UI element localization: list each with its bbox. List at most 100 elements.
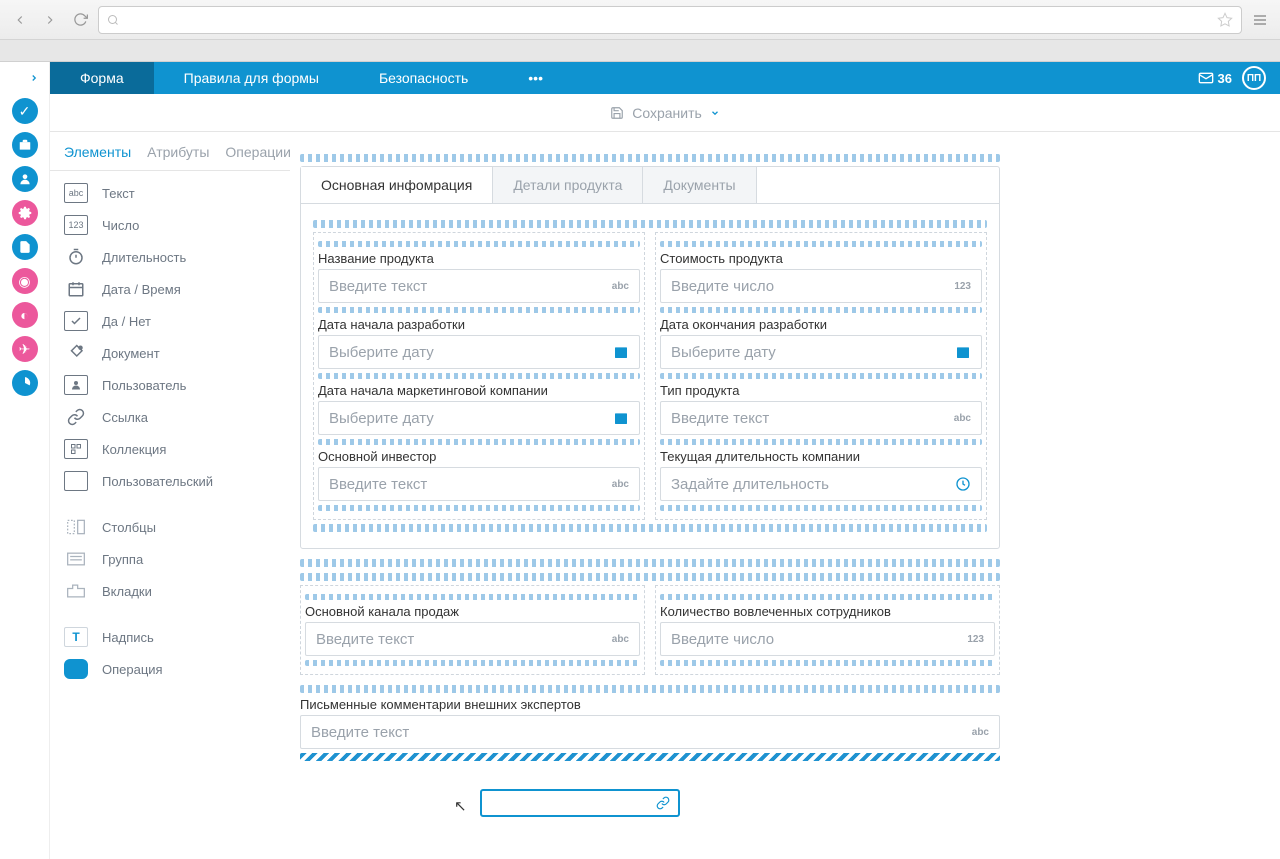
dropzone[interactable] bbox=[660, 660, 995, 666]
top-nav: Форма Правила для формы Безопасность •••… bbox=[50, 62, 1280, 94]
element-T[interactable]: TНадпись bbox=[50, 621, 290, 653]
dropzone[interactable] bbox=[660, 373, 982, 379]
rail-item-gauge-icon[interactable]: ◐ bbox=[12, 302, 38, 328]
form-field[interactable]: Тип продукта Введите текстabc bbox=[660, 383, 982, 435]
field-input[interactable]: Выберите дату bbox=[318, 335, 640, 369]
hamburger-icon[interactable] bbox=[1248, 8, 1272, 32]
form-field[interactable]: Дата окончания разработкиВыберите дату bbox=[660, 317, 982, 369]
rail-item-check-icon[interactable]: ✓ bbox=[12, 98, 38, 124]
element-123[interactable]: 123Число bbox=[50, 209, 290, 241]
panel-tab-attributes[interactable]: Атрибуты bbox=[147, 144, 209, 160]
element-label: Надпись bbox=[102, 630, 154, 645]
avatar[interactable]: ПП bbox=[1242, 66, 1266, 90]
nav-back[interactable] bbox=[8, 8, 32, 32]
dropzone[interactable] bbox=[318, 439, 640, 445]
field-input[interactable]: Выберите дату bbox=[660, 335, 982, 369]
tab-form[interactable]: Форма bbox=[50, 62, 154, 94]
nav-reload[interactable] bbox=[68, 8, 92, 32]
form-field[interactable]: Дата начала разработки Выберите дату bbox=[318, 317, 640, 369]
dropzone[interactable] bbox=[313, 524, 987, 532]
field-input[interactable]: Задайте длительность bbox=[660, 467, 982, 501]
element-usr[interactable]: Пользователь bbox=[50, 369, 290, 401]
element-doc[interactable]: Документ bbox=[50, 337, 290, 369]
field-input[interactable]: Введите текстabc bbox=[660, 401, 982, 435]
field-label: Тип продукта bbox=[660, 383, 982, 398]
dropzone[interactable] bbox=[660, 307, 982, 313]
panel-tab-elements[interactable]: Элементы bbox=[64, 144, 131, 160]
element-col[interactable]: Коллекция bbox=[50, 433, 290, 465]
dropzone[interactable] bbox=[318, 241, 640, 247]
rail-item-gear-icon[interactable] bbox=[12, 200, 38, 226]
dropzone[interactable] bbox=[300, 573, 1000, 581]
mail-badge[interactable]: 36 bbox=[1198, 70, 1232, 86]
element-cal[interactable]: Дата / Время bbox=[50, 273, 290, 305]
url-bar[interactable] bbox=[98, 6, 1242, 34]
field-comments[interactable]: Письменные комментарии внешних экспертов… bbox=[300, 697, 1000, 749]
panel-tab-operations[interactable]: Операции bbox=[225, 144, 291, 160]
dropzone[interactable] bbox=[318, 505, 640, 511]
field-input[interactable]: Введите текст abc bbox=[305, 622, 640, 656]
dropzone[interactable] bbox=[313, 220, 987, 228]
field-input[interactable]: Введите число 123 bbox=[660, 622, 995, 656]
form-field[interactable]: Основной инвесторВведите текстabc bbox=[318, 449, 640, 501]
form-field[interactable]: Название продуктаВведите текстabc bbox=[318, 251, 640, 303]
dropzone[interactable] bbox=[660, 439, 982, 445]
rail-item-airplane-icon[interactable]: ✈ bbox=[12, 336, 38, 362]
column-right[interactable]: Количество вовлеченных сотрудников Введи… bbox=[655, 585, 1000, 675]
dropzone[interactable] bbox=[300, 685, 1000, 693]
bookmark-icon[interactable] bbox=[1217, 12, 1233, 28]
form-field[interactable]: Текущая длительность компанииЗадайте дли… bbox=[660, 449, 982, 501]
dragged-link-element[interactable]: ↖ bbox=[480, 789, 680, 817]
column-left[interactable]: Название продуктаВведите текстabc Дата на… bbox=[313, 232, 645, 520]
field-input[interactable]: Введите текст abc bbox=[300, 715, 1000, 749]
element-chk[interactable]: Да / Нет bbox=[50, 305, 290, 337]
dropzone[interactable] bbox=[318, 307, 640, 313]
column-right[interactable]: Стоимость продуктаВведите число123 Дата о… bbox=[655, 232, 987, 520]
rail-item-doc-icon[interactable] bbox=[12, 234, 38, 260]
form-field[interactable]: Дата начала маркетинговой компанииВыбери… bbox=[318, 383, 640, 435]
rail-item-radar-icon[interactable]: ◉ bbox=[12, 268, 38, 294]
element-cst[interactable]: Пользовательский bbox=[50, 465, 290, 497]
form-tab-details[interactable]: Детали продукта bbox=[493, 167, 643, 203]
tab-rules[interactable]: Правила для формы bbox=[154, 62, 349, 94]
field-input[interactable]: Введите число123 bbox=[660, 269, 982, 303]
save-button[interactable]: Сохранить bbox=[632, 105, 702, 121]
element-dur[interactable]: Длительность bbox=[50, 241, 290, 273]
dropzone-active[interactable] bbox=[300, 753, 1000, 761]
field-label: Дата начала разработки bbox=[318, 317, 640, 332]
element-abc[interactable]: abcТекст bbox=[50, 177, 290, 209]
field-input[interactable]: Выберите дату bbox=[318, 401, 640, 435]
mail-icon bbox=[1198, 70, 1214, 86]
form-tab-docs[interactable]: Документы bbox=[643, 167, 756, 203]
element-lnk[interactable]: Ссылка bbox=[50, 401, 290, 433]
tab-more[interactable]: ••• bbox=[498, 62, 573, 94]
rail-item-user-icon[interactable] bbox=[12, 166, 38, 192]
column-left[interactable]: Основной канала продаж Введите текст abc bbox=[300, 585, 645, 675]
element-grp[interactable]: Группа bbox=[50, 543, 290, 575]
tab-security[interactable]: Безопасность bbox=[349, 62, 498, 94]
element-cols[interactable]: Столбцы bbox=[50, 511, 290, 543]
dropzone[interactable] bbox=[300, 559, 1000, 567]
field-input[interactable]: Введите текстabc bbox=[318, 269, 640, 303]
field-input[interactable]: Введите текстabc bbox=[318, 467, 640, 501]
element-label: Длительность bbox=[102, 250, 186, 265]
rail-item-piechart-icon[interactable] bbox=[12, 370, 38, 396]
dropzone[interactable] bbox=[305, 594, 640, 600]
nav-forward[interactable] bbox=[38, 8, 62, 32]
dropzone[interactable] bbox=[305, 660, 640, 666]
field-sales-channel[interactable]: Основной канала продаж Введите текст abc bbox=[305, 604, 640, 656]
dropzone[interactable] bbox=[300, 154, 1000, 162]
dropzone[interactable] bbox=[660, 241, 982, 247]
rail-item-briefcase-icon[interactable] bbox=[12, 132, 38, 158]
dropzone[interactable] bbox=[660, 594, 995, 600]
chevron-down-icon[interactable] bbox=[710, 108, 720, 118]
element-tabs[interactable]: Вкладки bbox=[50, 575, 290, 607]
field-employees[interactable]: Количество вовлеченных сотрудников Введи… bbox=[660, 604, 995, 656]
dropzone[interactable] bbox=[660, 505, 982, 511]
cursor-icon: ↖ bbox=[454, 797, 467, 815]
element-op[interactable]: Операция bbox=[50, 653, 290, 685]
form-tab-main[interactable]: Основная инфомрация bbox=[301, 167, 493, 203]
dropzone[interactable] bbox=[318, 373, 640, 379]
form-field[interactable]: Стоимость продуктаВведите число123 bbox=[660, 251, 982, 303]
rail-toggle[interactable] bbox=[0, 62, 49, 94]
